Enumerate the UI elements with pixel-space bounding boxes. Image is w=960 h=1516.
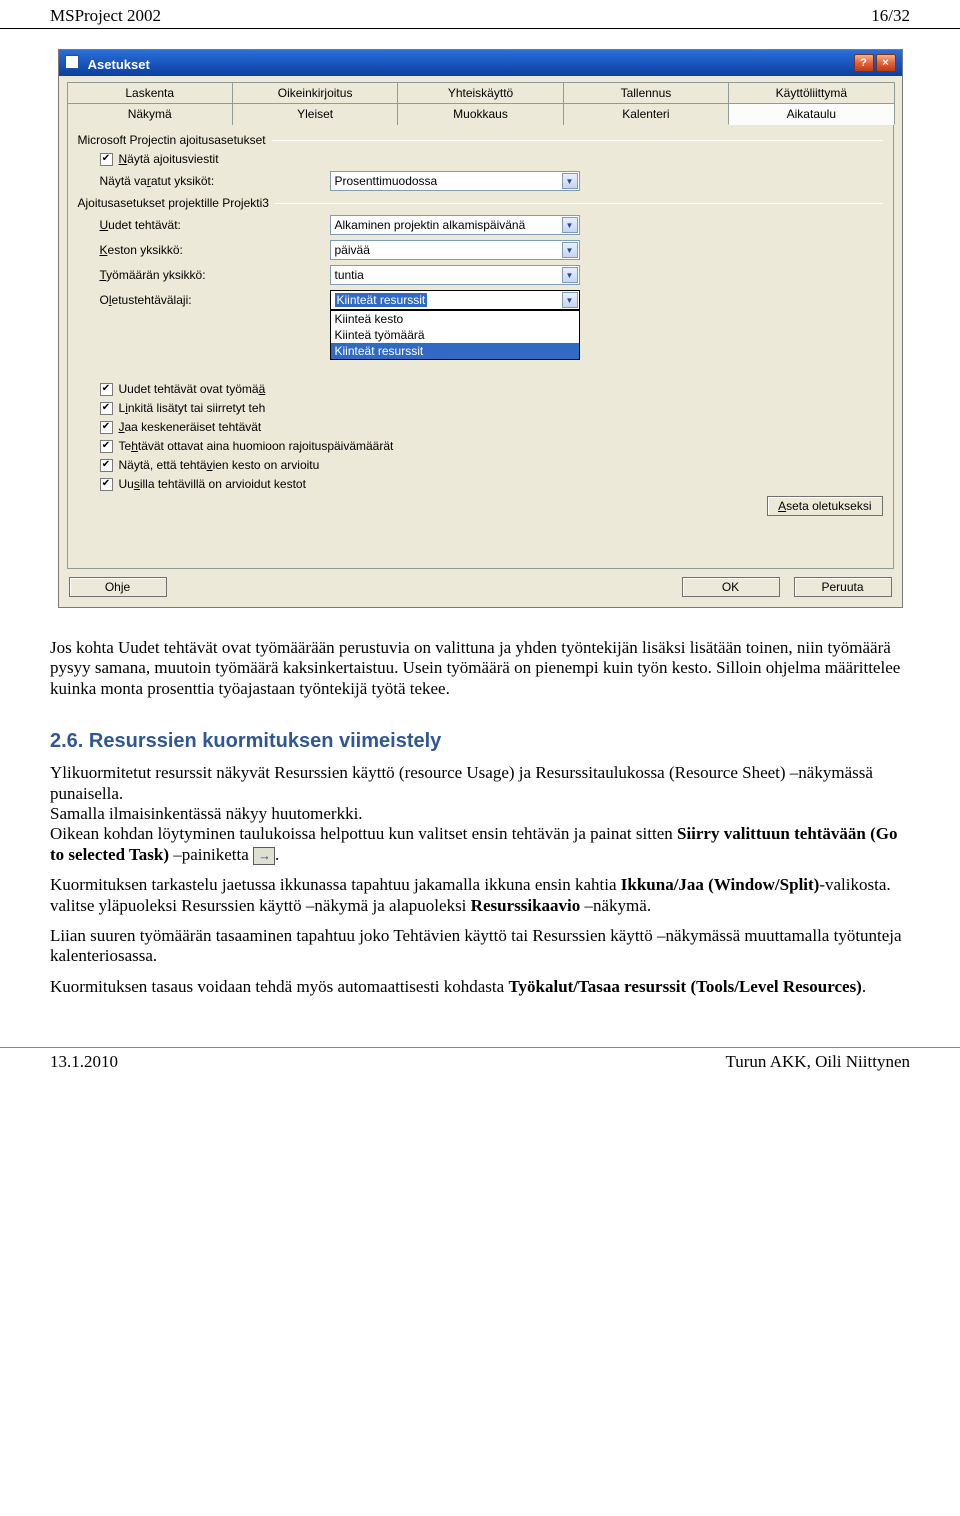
tab-kalenteri[interactable]: Kalenteri: [563, 103, 729, 125]
header-right: 16/32: [871, 6, 910, 26]
ok-button[interactable]: OK: [682, 577, 780, 597]
tab-oikeinkirjoitus[interactable]: Oikeinkirjoitus: [232, 82, 398, 103]
dropdown-option[interactable]: Kiinteä kesto: [331, 311, 579, 327]
help-icon[interactable]: ?: [854, 54, 874, 72]
work-unit-dropdown[interactable]: tuntia ▼: [330, 265, 580, 285]
dropdown-option[interactable]: Kiinteä työmäärä: [331, 327, 579, 343]
group-projekti: Ajoitusasetukset projektille Projekti3: [78, 196, 883, 210]
units-dropdown[interactable]: Prosenttimuodossa ▼: [330, 171, 580, 191]
checkbox-link[interactable]: [100, 402, 113, 415]
default-task-dropdown-list: Kiinteä kesto Kiinteä työmäärä Kiinteät …: [330, 310, 580, 360]
tab-nakyma[interactable]: Näkymä: [67, 103, 233, 125]
dialog-titlebar: Asetukset ? ×: [59, 50, 902, 76]
tab-row-2: Näkymä Yleiset Muokkaus Kalenteri Aikata…: [67, 103, 894, 125]
dialog-title: Asetukset: [88, 57, 150, 72]
footer-date: 13.1.2010: [50, 1052, 118, 1072]
tab-tallennus[interactable]: Tallennus: [563, 82, 729, 103]
duration-label: Keston yksikkö:: [100, 243, 330, 257]
footer-author: Turun AKK, Oili Niittynen: [725, 1052, 910, 1072]
goto-selected-task-icon: [253, 847, 275, 865]
tab-kayttoliittyma[interactable]: Käyttöliittymä: [728, 82, 894, 103]
chevron-down-icon: ▼: [562, 242, 578, 258]
page-footer: 13.1.2010 Turun AKK, Oili Niittynen: [0, 1047, 960, 1088]
tab-yhteiskaytto[interactable]: Yhteiskäyttö: [397, 82, 563, 103]
help-button[interactable]: Ohje: [69, 577, 167, 597]
chk-label: Linkitä lisätyt tai siirretyt teh: [119, 401, 266, 415]
duration-dropdown[interactable]: päivää ▼: [330, 240, 580, 260]
document-body: Jos kohta Uudet tehtävät ovat työmäärään…: [50, 638, 910, 997]
checkbox-effort-driven[interactable]: [100, 383, 113, 396]
chevron-down-icon: ▼: [562, 292, 578, 308]
chk-label: Uusilla tehtävillä on arvioidut kestot: [119, 477, 306, 491]
paragraph: Ylikuormitetut resurssit näkyvät Resurss…: [50, 763, 910, 865]
chevron-down-icon: ▼: [562, 217, 578, 233]
dropdown-option-selected[interactable]: Kiinteät resurssit: [331, 343, 579, 359]
chk-label: Näytä ajoitusviestit: [119, 152, 219, 166]
tab-laskenta[interactable]: Laskenta: [67, 82, 233, 103]
group-ajoitus: Microsoft Projectin ajoitusasetukset: [78, 133, 883, 147]
chevron-down-icon: ▼: [562, 173, 578, 189]
paragraph: Liian suuren työmäärän tasaaminen tapaht…: [50, 926, 910, 967]
close-icon[interactable]: ×: [876, 54, 896, 72]
page-header: MSProject 2002 16/32: [0, 0, 960, 29]
tab-pane: Microsoft Projectin ajoitusasetukset Näy…: [67, 124, 894, 569]
set-default-button[interactable]: Aseta oletukseksi: [767, 496, 882, 516]
checkbox-ajoitusviestit[interactable]: [100, 153, 113, 166]
chk-label: Jaa keskeneräiset tehtävät: [119, 420, 262, 434]
new-tasks-dropdown[interactable]: Alkaminen projektin alkamispäivänä ▼: [330, 215, 580, 235]
tab-row-1: Laskenta Oikeinkirjoitus Yhteiskäyttö Ta…: [67, 82, 894, 103]
checkbox-new-estimated[interactable]: [100, 478, 113, 491]
dialog-screenshot: Asetukset ? × Laskenta Oikeinkirjoitus Y…: [50, 49, 910, 608]
group-title: Microsoft Projectin ajoitusasetukset: [78, 133, 266, 147]
settings-dialog: Asetukset ? × Laskenta Oikeinkirjoitus Y…: [58, 49, 903, 608]
tab-yleiset[interactable]: Yleiset: [232, 103, 398, 125]
chk-label: Tehtävät ottavat aina huomioon rajoitusp…: [119, 439, 394, 453]
paragraph: Jos kohta Uudet tehtävät ovat työmäärään…: [50, 638, 910, 699]
header-left: MSProject 2002: [50, 6, 161, 26]
checkbox-split[interactable]: [100, 421, 113, 434]
paragraph: Kuormituksen tarkastelu jaetussa ikkunas…: [50, 875, 910, 916]
default-task-dropdown[interactable]: Kiinteät resurssit ▼: [330, 290, 580, 310]
chk-label: Uudet tehtävät ovat työmää: [119, 382, 266, 396]
default-task-label: Oletustehtävälaji:: [100, 293, 330, 307]
section-heading: 2.6. Resurssien kuormituksen viimeistely: [50, 729, 910, 753]
paragraph: Kuormituksen tasaus voidaan tehdä myös a…: [50, 977, 910, 997]
tab-muokkaus[interactable]: Muokkaus: [397, 103, 563, 125]
checkbox-show-estimated[interactable]: [100, 459, 113, 472]
work-unit-label: Työmäärän yksikkö:: [100, 268, 330, 282]
cancel-button[interactable]: Peruuta: [794, 577, 892, 597]
new-tasks-label: Uudet tehtävät:: [100, 218, 330, 232]
units-label: Näytä varatut yksiköt:: [100, 174, 330, 188]
tab-aikataulu[interactable]: Aikataulu: [728, 103, 894, 125]
app-icon: [65, 55, 79, 69]
group-title-2: Ajoitusasetukset projektille Projekti3: [78, 196, 269, 210]
checkbox-constraints[interactable]: [100, 440, 113, 453]
chk-label: Näytä, että tehtävien kesto on arvioitu: [119, 458, 320, 472]
chevron-down-icon: ▼: [562, 267, 578, 283]
dialog-button-row: Ohje OK Peruuta: [59, 569, 902, 607]
